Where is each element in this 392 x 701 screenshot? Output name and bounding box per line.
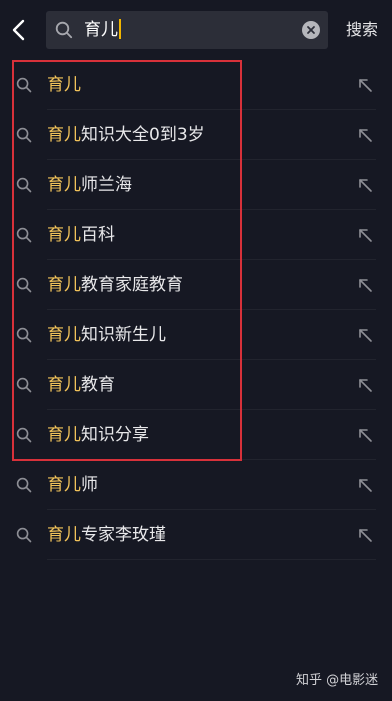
fill-query-arrow-icon[interactable] [356, 426, 374, 444]
suggestion-rest: 百科 [81, 225, 115, 245]
back-button[interactable] [4, 12, 34, 48]
suggestion-rest: 教育 [81, 375, 115, 395]
suggestion-label: 育儿师 [47, 460, 98, 510]
search-icon [16, 177, 32, 193]
row-divider [47, 559, 376, 560]
suggestion-rest: 师兰海 [81, 175, 132, 195]
suggestion-highlight: 育儿 [47, 75, 81, 95]
search-icon [16, 327, 32, 343]
suggestion-row[interactable]: 育儿知识新生儿 [0, 310, 392, 360]
search-button[interactable]: 搜索 [346, 11, 378, 49]
suggestion-row[interactable]: 育儿教育 [0, 360, 392, 410]
fill-query-arrow-icon[interactable] [356, 126, 374, 144]
fill-query-arrow-icon[interactable] [356, 76, 374, 94]
suggestion-list: 育儿 育儿知识大全0到3岁 育儿师兰海 育儿百科 育儿教育家庭教育 育儿知识新生儿 育儿教育… [0, 60, 392, 560]
suggestion-rest: 知识大全0到3岁 [81, 125, 205, 145]
search-icon [16, 277, 32, 293]
text-caret [119, 18, 121, 39]
close-icon [307, 26, 315, 34]
search-icon [16, 527, 32, 543]
fill-query-arrow-icon[interactable] [356, 326, 374, 344]
suggestion-label: 育儿百科 [47, 210, 115, 260]
fill-query-arrow-icon[interactable] [356, 276, 374, 294]
suggestion-highlight: 育儿 [47, 275, 81, 295]
search-page: 育儿 搜索 育儿 育儿知识大全0到3岁 育儿师兰海 育儿百科 育儿教育家庭教育 育儿知识新… [0, 0, 392, 701]
fill-query-arrow-icon[interactable] [356, 526, 374, 544]
watermark: 知乎 @电影迷 [296, 673, 379, 688]
search-icon [16, 127, 32, 143]
suggestion-highlight: 育儿 [47, 325, 81, 345]
search-header: 育儿 搜索 [0, 0, 392, 60]
suggestion-label: 育儿教育 [47, 360, 115, 410]
suggestion-row[interactable]: 育儿知识大全0到3岁 [0, 110, 392, 160]
suggestion-rest: 师 [81, 475, 98, 495]
fill-query-arrow-icon[interactable] [356, 476, 374, 494]
suggestion-row[interactable]: 育儿教育家庭教育 [0, 260, 392, 310]
suggestion-rest: 专家李玫瑾 [81, 525, 166, 545]
search-icon [16, 227, 32, 243]
suggestion-label: 育儿教育家庭教育 [47, 260, 183, 310]
suggestion-label: 育儿知识大全0到3岁 [47, 110, 205, 160]
suggestion-rest: 教育家庭教育 [81, 275, 183, 295]
search-query: 育儿 [84, 20, 118, 40]
fill-query-arrow-icon[interactable] [356, 226, 374, 244]
chevron-left-icon [12, 19, 25, 41]
suggestion-row[interactable]: 育儿 [0, 60, 392, 110]
suggestion-rest: 知识分享 [81, 425, 149, 445]
fill-query-arrow-icon[interactable] [356, 176, 374, 194]
fill-query-arrow-icon[interactable] [356, 376, 374, 394]
suggestion-highlight: 育儿 [47, 225, 81, 245]
search-icon [16, 377, 32, 393]
search-icon [16, 477, 32, 493]
search-query-text[interactable]: 育儿 [84, 11, 121, 49]
suggestion-label: 育儿知识分享 [47, 410, 149, 460]
suggestion-row[interactable]: 育儿师 [0, 460, 392, 510]
search-icon [16, 427, 32, 443]
suggestion-label: 育儿专家李玫瑾 [47, 510, 166, 560]
suggestion-row[interactable]: 育儿百科 [0, 210, 392, 260]
suggestion-label: 育儿师兰海 [47, 160, 132, 210]
suggestion-label: 育儿 [47, 60, 81, 110]
suggestion-highlight: 育儿 [47, 125, 81, 145]
suggestion-label: 育儿知识新生儿 [47, 310, 166, 360]
suggestion-highlight: 育儿 [47, 175, 81, 195]
suggestion-highlight: 育儿 [47, 475, 81, 495]
search-input[interactable]: 育儿 [46, 11, 328, 49]
suggestion-row[interactable]: 育儿专家李玫瑾 [0, 510, 392, 560]
suggestion-row[interactable]: 育儿师兰海 [0, 160, 392, 210]
suggestion-rest: 知识新生儿 [81, 325, 166, 345]
search-icon [55, 21, 73, 39]
suggestion-highlight: 育儿 [47, 425, 81, 445]
clear-button[interactable] [302, 21, 320, 39]
suggestion-row[interactable]: 育儿知识分享 [0, 410, 392, 460]
suggestion-highlight: 育儿 [47, 375, 81, 395]
search-icon [16, 77, 32, 93]
suggestion-highlight: 育儿 [47, 525, 81, 545]
